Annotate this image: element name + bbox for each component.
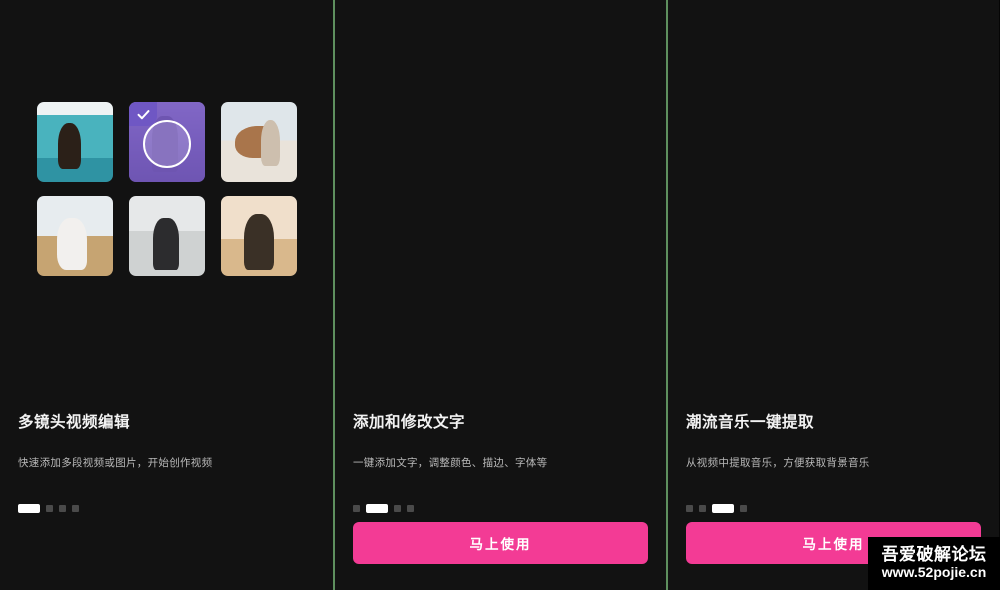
panel-subtitle: 一键添加文字，调整颜色、描边、字体等 (353, 457, 548, 469)
grid-thumb-0[interactable] (37, 102, 113, 182)
page-dot-0[interactable] (18, 504, 40, 513)
panel-subtitle: 快速添加多段视频或图片，开始创作视频 (18, 457, 213, 469)
page-dot-1[interactable] (366, 504, 388, 513)
panel-title: 添加和修改文字 (353, 414, 466, 431)
page-dot-2[interactable] (59, 505, 66, 512)
page-title: 添加和修改文字 (353, 410, 648, 432)
app-screenshot: 多镜头视频编辑 快速添加多段视频或图片，开始创作视频 Travel Journa… (0, 0, 1000, 590)
page-indicator (353, 504, 414, 513)
page-dot-1[interactable] (46, 505, 53, 512)
grid-thumb-3[interactable] (37, 196, 113, 276)
page-subtitle: 一键添加文字，调整颜色、描边、字体等 (353, 441, 648, 470)
photo-field-dress (37, 196, 113, 276)
photo-beach-dancer (37, 102, 113, 182)
page-indicator (18, 504, 79, 513)
check-badge (129, 102, 157, 126)
page-dot-0[interactable] (686, 505, 693, 512)
check-icon (137, 109, 149, 119)
page-dot-0[interactable] (353, 505, 360, 512)
panel-media-grid: 多镜头视频编辑 快速添加多段视频或图片，开始创作视频 (0, 0, 333, 590)
media-grid (37, 102, 297, 276)
grid-thumb-5[interactable] (221, 196, 297, 276)
panel-text-editor: Travel Journal F Fonts Color (333, 0, 666, 590)
panel-audio-timeline: 100 Volume New Marker (666, 0, 999, 590)
watermark: 吾爱破解论坛 www.52pojie.cn (868, 537, 1000, 590)
photo-guitar-walker (221, 102, 297, 182)
page-dot-1[interactable] (699, 505, 706, 512)
grid-thumb-4[interactable] (129, 196, 205, 276)
grid-thumb-1[interactable] (129, 102, 205, 182)
page-subtitle: 快速添加多段视频或图片，开始创作视频 (18, 441, 315, 470)
selection-ring (143, 119, 191, 168)
panel-title: 多镜头视频编辑 (18, 414, 131, 431)
page-title: 多镜头视频编辑 (18, 410, 315, 432)
photo-sunset-woman (221, 196, 297, 276)
page-dot-3[interactable] (407, 505, 414, 512)
panel-subtitle: 从视频中提取音乐，方便获取背景音乐 (686, 457, 870, 469)
page-dot-2[interactable] (712, 504, 734, 513)
watermark-line2: www.52pojie.cn (881, 564, 987, 581)
use-now-button[interactable]: 马上使用 (353, 522, 648, 564)
page-dot-3[interactable] (72, 505, 79, 512)
page-indicator (686, 504, 747, 513)
page-dot-2[interactable] (394, 505, 401, 512)
watermark-line1: 吾爱破解论坛 (881, 545, 987, 565)
grid-thumb-2[interactable] (221, 102, 297, 182)
panel-title: 潮流音乐一键提取 (686, 414, 815, 431)
page-dot-3[interactable] (740, 505, 747, 512)
page-title: 潮流音乐一键提取 (686, 410, 981, 432)
page-subtitle: 从视频中提取音乐，方便获取背景音乐 (686, 441, 981, 470)
photo-backpacker (129, 196, 205, 276)
